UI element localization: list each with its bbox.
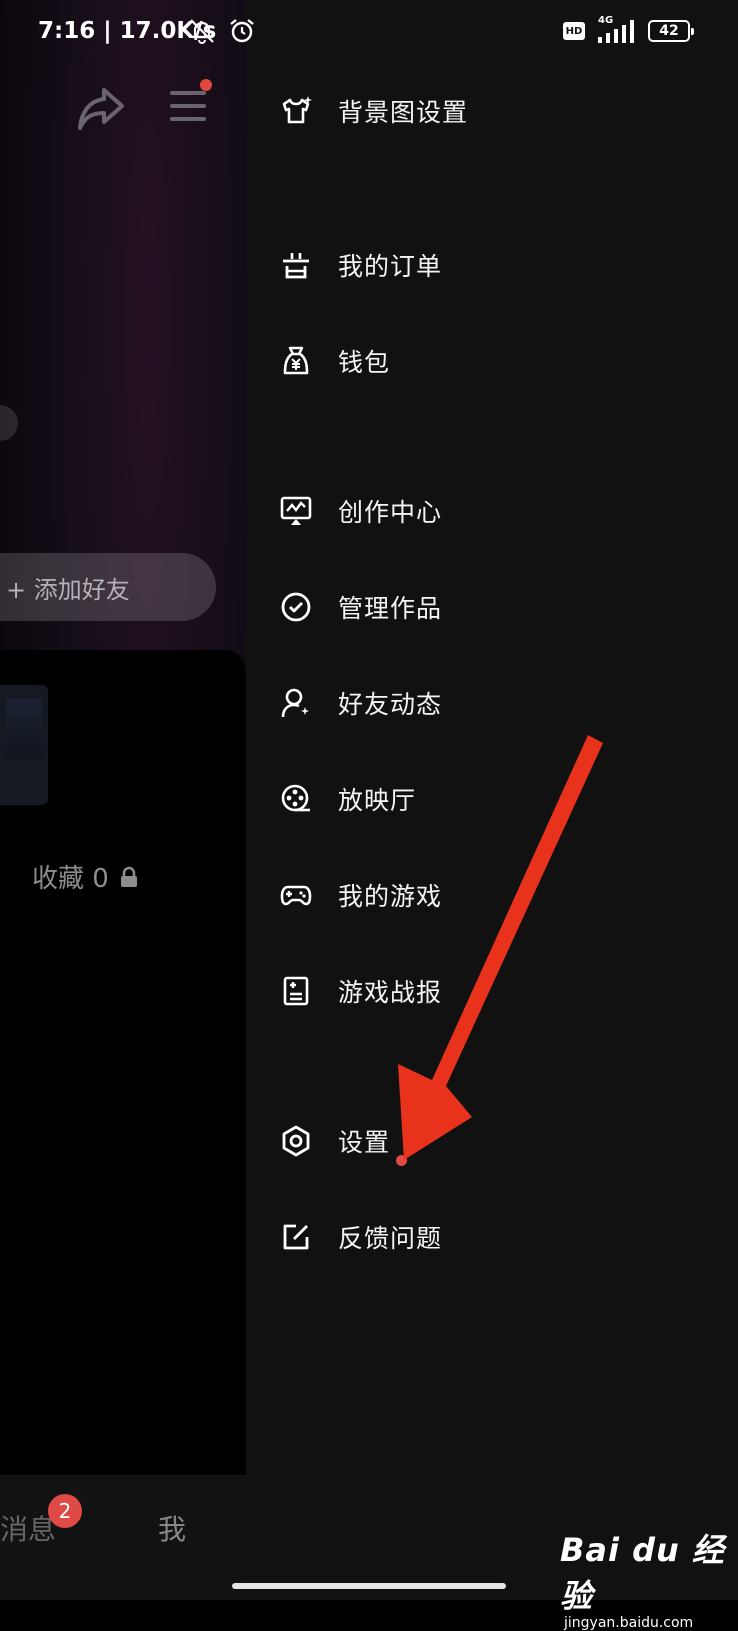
report-icon — [280, 975, 312, 1007]
signal-icon: 4G — [596, 15, 640, 45]
menu-item-label: 放映厅 — [338, 786, 417, 815]
friend-icon — [280, 687, 312, 719]
menu-item-label: 管理作品 — [338, 594, 443, 623]
menu-item-wallet[interactable]: 钱包 — [280, 336, 700, 386]
menu-item-label: 游戏战报 — [338, 978, 443, 1007]
wallet-icon — [280, 345, 312, 377]
creator-icon — [280, 495, 312, 527]
watermark-logo: Bai du 经验 — [560, 1531, 725, 1615]
collect-label: 收藏 0 — [32, 864, 109, 894]
collect-tab[interactable]: 收藏 0 — [32, 858, 139, 895]
order-icon — [280, 249, 312, 281]
menu-item-creator-center[interactable]: 创作中心 — [280, 486, 700, 536]
check-circle-icon — [280, 591, 312, 623]
menu-item-label: 背景图设置 — [338, 98, 469, 127]
battery-icon: 42 — [648, 20, 694, 42]
tab-me[interactable]: 我 — [158, 1508, 186, 1548]
hexagon-settings-icon — [280, 1125, 312, 1157]
menu-item-my-games[interactable]: 我的游戏 — [280, 870, 700, 920]
menu-item-friend-activity[interactable]: 好友动态 — [280, 678, 700, 728]
add-friend-label: + 添加好友 — [6, 575, 130, 604]
shirt-icon — [280, 95, 312, 127]
menu-item-my-orders[interactable]: 我的订单 — [280, 240, 700, 290]
menu-item-label: 设置 — [338, 1128, 391, 1157]
menu-item-manage-works[interactable]: 管理作品 — [280, 582, 700, 632]
baidu-jingyan-watermark: Bai du 经验 jingyan.baidu.com — [560, 1525, 738, 1631]
menu-item-label: 我的游戏 — [338, 882, 443, 911]
menu-item-label: 反馈问题 — [338, 1224, 443, 1253]
menu-icon[interactable] — [168, 88, 208, 124]
mute-bell-icon — [190, 19, 214, 44]
menu-notification-dot — [200, 79, 212, 91]
watermark-url: jingyan.baidu.com — [564, 1615, 694, 1631]
alarm-icon — [230, 19, 254, 43]
edit-icon — [280, 1221, 312, 1253]
status-bar: 7:16 | 17.0K/s HD 4G 42 — [0, 0, 738, 64]
hd-icon: HD — [563, 22, 585, 40]
video-thumbnail[interactable] — [0, 685, 48, 805]
message-badge: 2 — [48, 1494, 82, 1528]
film-reel-icon — [280, 783, 312, 815]
gamepad-icon — [280, 879, 312, 911]
home-indicator[interactable] — [232, 1583, 506, 1589]
lock-icon — [120, 866, 137, 887]
menu-item-label: 我的订单 — [338, 252, 443, 281]
menu-item-background-settings[interactable]: 背景图设置 — [280, 86, 700, 136]
menu-item-label: 创作中心 — [338, 498, 443, 527]
add-friend-button[interactable]: + 添加好友 — [0, 553, 216, 621]
menu-item-label: 钱包 — [338, 348, 391, 377]
settings-notification-dot — [396, 1155, 407, 1166]
share-icon[interactable] — [76, 86, 126, 132]
menu-item-label: 好友动态 — [338, 690, 443, 719]
menu-item-screening-hall[interactable]: 放映厅 — [280, 774, 700, 824]
battery-level: 42 — [659, 23, 679, 39]
menu-item-game-report[interactable]: 游戏战报 — [280, 966, 700, 1016]
menu-item-settings[interactable]: 设置 — [280, 1116, 700, 1166]
menu-item-feedback[interactable]: 反馈问题 — [280, 1212, 700, 1262]
